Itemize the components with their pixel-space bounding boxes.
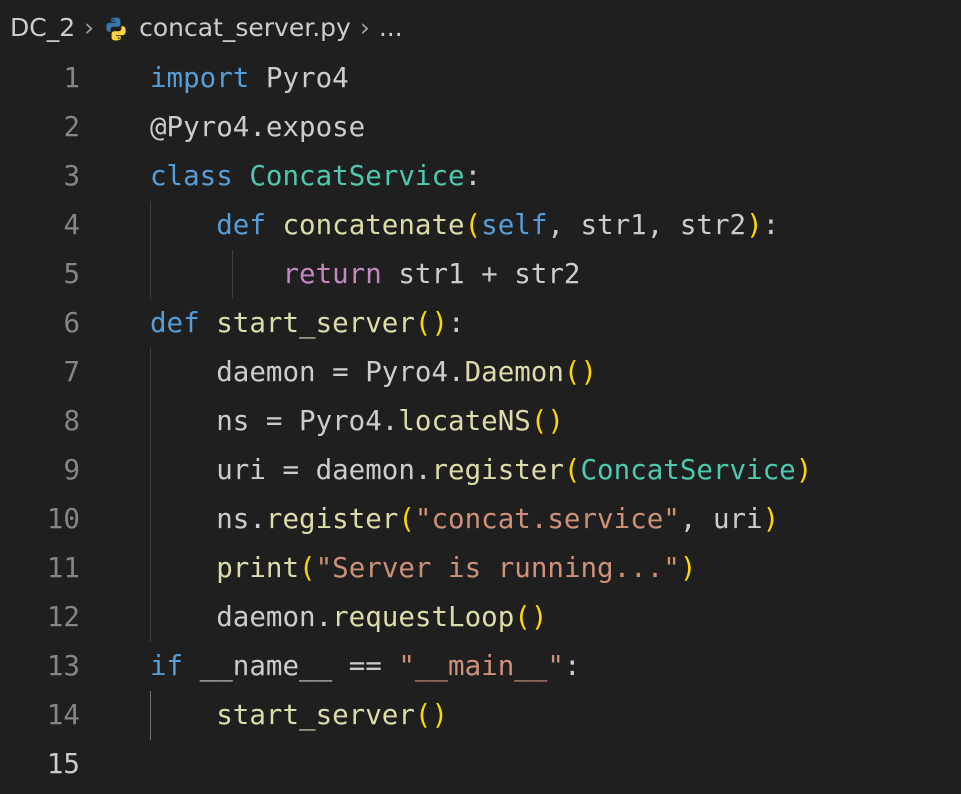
code-text: ns.register("concat.service", uri) bbox=[150, 503, 780, 535]
code-line[interactable]: 2 @Pyro4.expose bbox=[0, 103, 961, 152]
code-text: daemon = Pyro4.Daemon() bbox=[150, 356, 598, 388]
line-number: 5 bbox=[63, 258, 80, 290]
breadcrumb-folder[interactable]: DC_2 bbox=[10, 13, 75, 42]
code-line[interactable]: 11 print("Server is running...") bbox=[0, 544, 961, 593]
code-line[interactable]: 4 def concatenate(self, str1, str2): bbox=[0, 201, 961, 250]
breadcrumb-separator: › bbox=[84, 12, 95, 42]
code-line[interactable]: 12 daemon.requestLoop() bbox=[0, 593, 961, 642]
line-number: 12 bbox=[46, 601, 80, 633]
code-line[interactable]: 1 import Pyro4 bbox=[0, 54, 961, 103]
code-line[interactable]: 10 ns.register("concat.service", uri) bbox=[0, 495, 961, 544]
line-number: 10 bbox=[46, 503, 80, 535]
line-number: 6 bbox=[63, 307, 80, 339]
code-text: def start_server(): bbox=[150, 307, 465, 339]
code-line[interactable]: 13 if __name__ == "__main__": bbox=[0, 642, 961, 691]
code-text: @Pyro4.expose bbox=[150, 111, 366, 143]
code-text: uri = daemon.register(ConcatService) bbox=[150, 454, 813, 486]
line-number: 11 bbox=[46, 552, 80, 584]
line-number: 7 bbox=[63, 356, 80, 388]
breadcrumb-separator: › bbox=[359, 12, 370, 42]
code-line[interactable]: 7 daemon = Pyro4.Daemon() bbox=[0, 348, 961, 397]
line-number: 4 bbox=[63, 209, 80, 241]
code-text: def concatenate(self, str1, str2): bbox=[216, 209, 780, 241]
breadcrumb-file-label: concat_server.py bbox=[139, 12, 351, 42]
code-line[interactable]: 8 ns = Pyro4.locateNS() bbox=[0, 397, 961, 446]
code-text: print("Server is running...") bbox=[216, 552, 697, 584]
code-line[interactable]: 5 return str1 + str2 bbox=[0, 250, 961, 299]
line-number: 14 bbox=[46, 699, 80, 731]
code-line[interactable]: 14 start_server() bbox=[0, 691, 961, 740]
code-text: start_server() bbox=[216, 699, 449, 731]
code-text: return str1 + str2 bbox=[282, 258, 581, 290]
code-text: daemon.requestLoop() bbox=[150, 601, 548, 633]
code-text: if __name__ == "__main__": bbox=[150, 650, 581, 682]
code-line[interactable]: 15 bbox=[0, 740, 961, 789]
line-number: 15 bbox=[46, 748, 80, 780]
breadcrumb-file[interactable]: concat_server.py bbox=[103, 13, 351, 42]
code-line[interactable]: 6 def start_server(): bbox=[0, 299, 961, 348]
breadcrumb-symbols[interactable]: ... bbox=[379, 13, 403, 42]
breadcrumb: DC_2 › concat_server.py › ... bbox=[0, 0, 961, 54]
python-icon bbox=[106, 17, 126, 40]
code-text: import Pyro4 bbox=[150, 62, 349, 94]
code-line[interactable]: 3 class ConcatService: bbox=[0, 152, 961, 201]
line-number: 8 bbox=[63, 405, 80, 437]
line-number: 1 bbox=[63, 62, 80, 94]
code-text: class ConcatService: bbox=[150, 160, 482, 192]
line-number: 3 bbox=[63, 160, 80, 192]
line-number: 13 bbox=[46, 650, 80, 682]
code-text: ns = Pyro4.locateNS() bbox=[150, 405, 564, 437]
line-number: 2 bbox=[63, 111, 80, 143]
code-editor[interactable]: 1 import Pyro4 2 @Pyro4.expose 3 class Concat… bbox=[0, 54, 961, 794]
code-line[interactable]: 9 uri = daemon.register(ConcatService) bbox=[0, 446, 961, 495]
line-number: 9 bbox=[63, 454, 80, 486]
